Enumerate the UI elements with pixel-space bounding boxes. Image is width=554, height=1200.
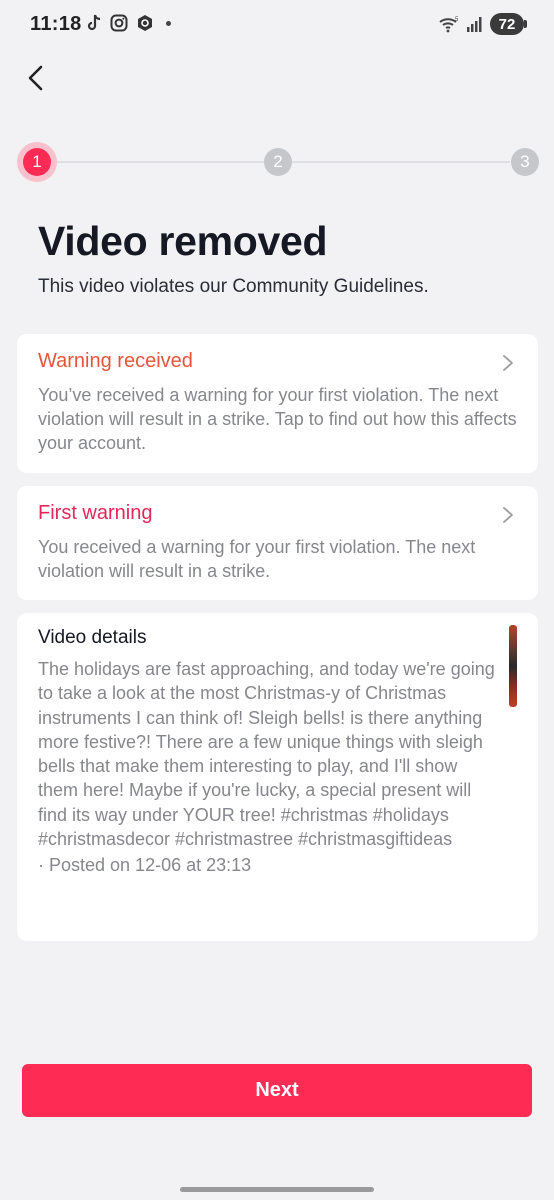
chevron-right-icon bbox=[503, 355, 513, 371]
video-details-card: Video details The holidays are fast appr… bbox=[17, 613, 538, 941]
posted-timestamp: · Posted on 12-06 at 23:13 bbox=[38, 855, 252, 876]
card-body: You’ve received a warning for your first… bbox=[38, 385, 517, 453]
more-notifications-dot bbox=[166, 20, 171, 26]
chevron-left-icon bbox=[28, 65, 43, 91]
video-details-title: Video details bbox=[38, 627, 147, 648]
battery-indicator: 72 bbox=[490, 13, 527, 35]
notification-icons bbox=[86, 14, 171, 32]
card-body: You received a warning for your first vi… bbox=[38, 537, 476, 581]
chevron-right-icon bbox=[503, 507, 513, 523]
signal-icon bbox=[467, 17, 482, 32]
card-title: Warning received bbox=[38, 350, 193, 372]
stepper-connector bbox=[292, 161, 510, 163]
page-subtitle: This video violates our Community Guidel… bbox=[38, 276, 429, 297]
video-thumbnail[interactable] bbox=[509, 625, 517, 707]
home-indicator[interactable] bbox=[180, 1187, 374, 1192]
stepper-connector bbox=[50, 161, 282, 163]
app-icon bbox=[138, 15, 152, 31]
instagram-icon bbox=[110, 14, 128, 32]
tiktok-icon bbox=[87, 14, 101, 31]
system-icons: 5 72 bbox=[438, 13, 527, 35]
page-title: Video removed bbox=[38, 218, 328, 264]
back-button[interactable] bbox=[16, 58, 56, 98]
step-1: 1 bbox=[23, 148, 51, 176]
step-2: 2 bbox=[264, 148, 292, 176]
svg-text:5: 5 bbox=[455, 17, 459, 23]
wifi-icon: 5 bbox=[439, 17, 459, 33]
step-3: 3 bbox=[511, 148, 539, 176]
card-title: First warning bbox=[38, 502, 153, 524]
first-warning-card[interactable]: First warning You received a warning for… bbox=[17, 486, 538, 600]
video-description: The holidays are fast approaching, and t… bbox=[38, 659, 495, 850]
progress-stepper: 1 2 3 bbox=[22, 146, 539, 178]
status-bar: 11:18 5 72 bbox=[0, 0, 554, 52]
next-button[interactable]: Next bbox=[22, 1064, 532, 1117]
warning-received-card[interactable]: Warning received You’ve received a warni… bbox=[17, 334, 538, 473]
status-time: 11:18 bbox=[30, 13, 82, 35]
